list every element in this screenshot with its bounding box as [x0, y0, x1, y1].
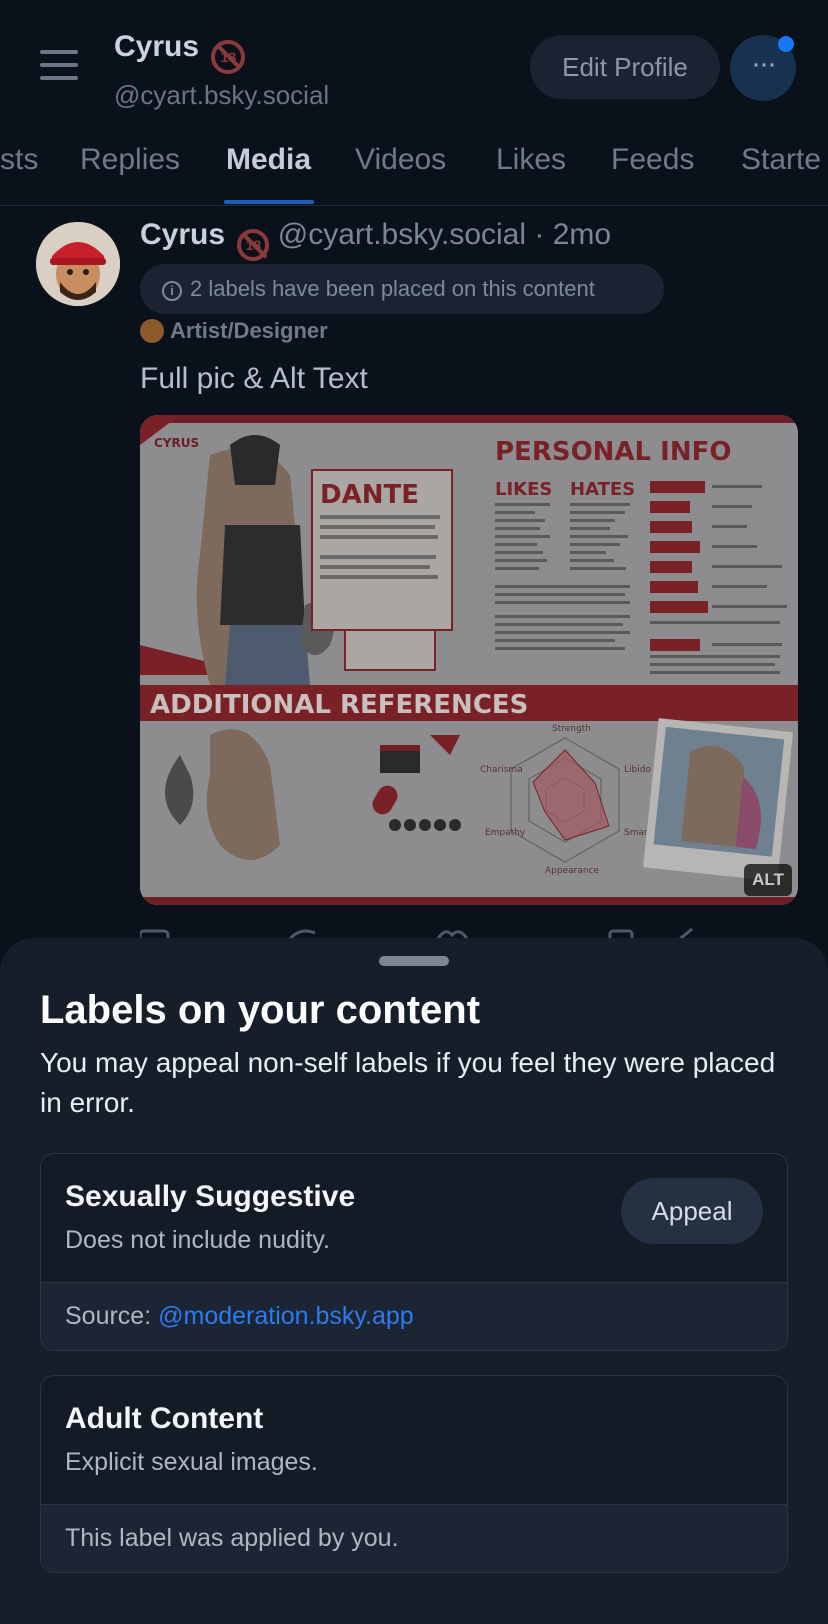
tab-posts[interactable]: sts [0, 140, 38, 205]
labeler-link[interactable]: @moderation.bsky.app [158, 1302, 414, 1330]
labels-notice-text: 2 labels have been placed on this conten… [190, 276, 595, 301]
image-char-name: DANTE [320, 480, 419, 510]
profile-handle: @cyart.bsky.social [114, 80, 330, 110]
edit-profile-button[interactable]: Edit Profile [530, 35, 720, 99]
tab-likes[interactable]: Likes [496, 140, 566, 205]
tab-feeds[interactable]: Feeds [611, 140, 694, 205]
alt-text-badge[interactable]: ALT [744, 864, 792, 896]
self-label-text: Artist/Designer [170, 318, 328, 343]
label-title: Adult Content [65, 1402, 264, 1435]
label-applied-note: This label was applied by you. [41, 1504, 787, 1572]
appeal-button[interactable]: Appeal [621, 1178, 763, 1244]
info-icon: i [162, 281, 182, 301]
post-actions-row [140, 925, 800, 939]
image-likes-title: LIKES [495, 479, 552, 500]
image-stat-empathy: Empathy [485, 828, 526, 838]
post-author-handle[interactable]: @cyart.bsky.social [278, 218, 526, 251]
labels-bottom-sheet: Labels on your content You may appeal no… [0, 938, 828, 1624]
image-stat-appearance: Appearance [545, 866, 600, 876]
image-stat-libido: Libido [624, 765, 651, 775]
notification-dot [778, 36, 794, 52]
label-card-sexually-suggestive: Sexually Suggestive Does not include nud… [40, 1153, 788, 1351]
tab-media[interactable]: Media [226, 140, 311, 205]
profile-name: Cyrus [114, 30, 200, 63]
tab-starter-packs[interactable]: Starte [741, 140, 821, 205]
label-source: Source: @moderation.bsky.app [41, 1282, 787, 1350]
sheet-drag-handle[interactable] [379, 956, 449, 966]
tab-replies[interactable]: Replies [80, 140, 180, 205]
label-description: Explicit sexual images. [65, 1448, 318, 1476]
image-heading: PERSONAL INFO [495, 437, 731, 467]
post-header: Cyrus 18 @cyart.bsky.social · 2mo [140, 218, 611, 261]
post-text: Full pic & Alt Text [140, 362, 368, 395]
post-timestamp[interactable]: 2mo [553, 218, 611, 251]
self-label[interactable]: Artist/Designer [140, 318, 328, 344]
profile-title: Cyrus 18 @cyart.bsky.social [114, 30, 329, 111]
post-image[interactable]: CYRUS DANTE PERSONAL INFO LIKES HATES AD… [140, 415, 798, 905]
avatar-image [36, 222, 120, 306]
active-tab-indicator [224, 200, 314, 204]
labeler-avatar-icon [140, 319, 164, 343]
post-actions-icons [140, 927, 693, 939]
menu-icon[interactable] [40, 50, 78, 80]
adult-badge-icon: 18 [237, 229, 270, 261]
image-stat-charisma: Charisma [480, 765, 523, 775]
reference-sheet-image: CYRUS DANTE PERSONAL INFO LIKES HATES AD… [140, 415, 798, 905]
post-author-name[interactable]: Cyrus [140, 218, 225, 251]
content-labels-pill[interactable]: i 2 labels have been placed on this conte… [140, 264, 664, 314]
sheet-description: You may appeal non-self labels if you fe… [40, 1047, 776, 1118]
label-source-prefix: Source: [65, 1302, 159, 1330]
separator-dot: · [534, 218, 545, 251]
image-hates-title: HATES [570, 479, 635, 500]
tab-videos[interactable]: Videos [355, 140, 446, 205]
label-card-adult-content: Adult Content Explicit sexual images. Th… [40, 1375, 788, 1573]
image-watermark: CYRUS [154, 436, 199, 450]
sheet-title: Labels on your content [40, 988, 481, 1032]
profile-header: Cyrus 18 @cyart.bsky.social Edit Profile… [0, 0, 828, 140]
image-section-title: ADDITIONAL REFERENCES [150, 690, 528, 720]
profile-tabs: sts Replies Media Videos Likes Feeds Sta… [0, 140, 828, 206]
adult-badge-icon: 18 [211, 40, 246, 74]
image-stat-strength: Strength [552, 724, 591, 734]
post-avatar[interactable] [36, 222, 120, 306]
